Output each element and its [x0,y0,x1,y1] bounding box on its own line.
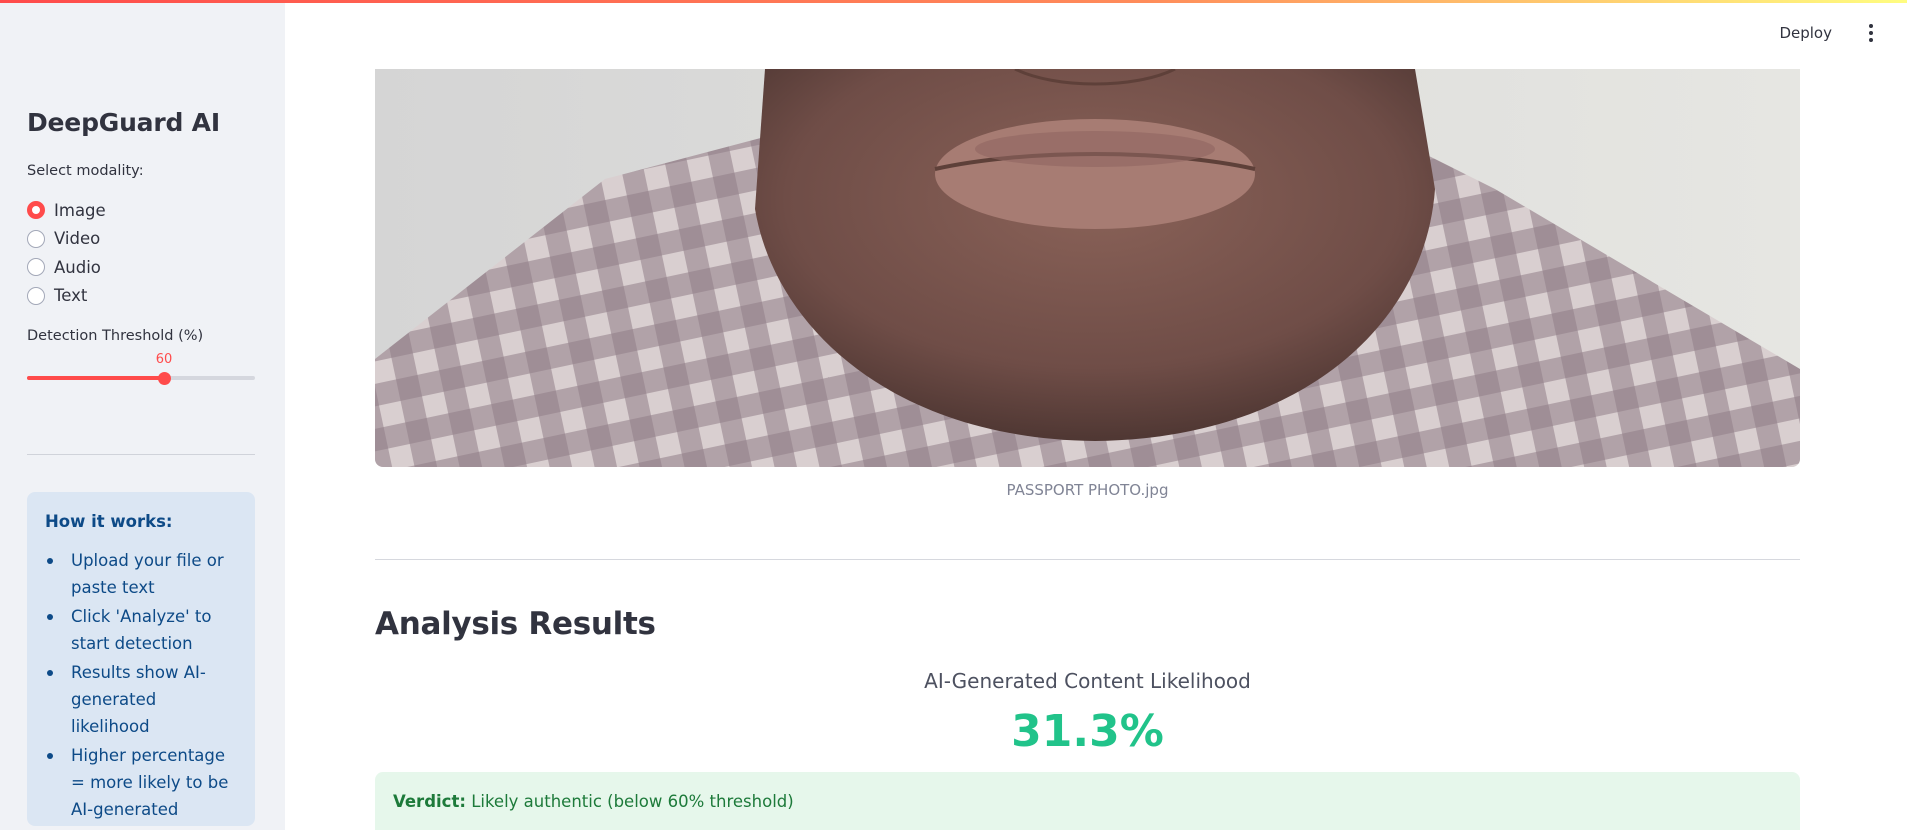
info-title: How it works: [45,512,173,531]
likelihood-label: AI-Generated Content Likelihood [924,669,1251,693]
info-item: Higher percentage = more likely to be AI… [45,742,237,823]
radio-option-label: Audio [54,257,101,277]
uploaded-photo [375,69,1800,467]
how-it-works-box: How it works: Upload your file or paste … [27,492,255,826]
main-divider [375,559,1800,560]
verdict-label: Verdict: [393,792,466,811]
likelihood-value: 31.3% [1011,706,1164,757]
info-item: Click 'Analyze' to start detection [45,603,237,657]
deploy-button[interactable]: Deploy [1779,24,1832,42]
radio-option-label: Image [54,200,106,220]
sidebar-divider [27,454,255,455]
radio-checked-icon[interactable] [27,201,45,220]
info-item: Results show AI-generated likelihood [45,659,237,740]
radio-unchecked-icon[interactable] [27,229,45,248]
slider-thumb[interactable] [158,372,171,385]
kebab-menu-icon[interactable] [1868,24,1874,42]
slider-fill [27,376,164,380]
radio-option-video[interactable]: Video [27,225,106,254]
radio-option-image[interactable]: Image [27,196,106,225]
info-list: Upload your file or paste text Click 'An… [45,547,237,823]
radio-unchecked-icon[interactable] [27,258,45,277]
radio-unchecked-icon[interactable] [27,286,45,305]
radio-option-label: Text [54,286,88,306]
info-item: Upload your file or paste text [45,547,237,601]
main-content: Deploy PASSPORT PHOTO.jpg Analysis Resul… [285,0,1907,830]
top-decoration-bar [0,0,1907,3]
app-title: DeepGuard AI [27,108,220,137]
modality-radio-group: Image Video Audio Text [27,196,106,310]
modality-label: Select modality: [27,163,144,179]
verdict-box: Verdict: Likely authentic (below 60% thr… [375,772,1800,830]
sidebar: DeepGuard AI Select modality: Image Vide… [0,0,285,830]
radio-option-label: Video [54,229,101,249]
radio-option-text[interactable]: Text [27,282,106,311]
threshold-slider[interactable] [27,372,255,385]
threshold-label: Detection Threshold (%) [27,328,204,344]
image-caption: PASSPORT PHOTO.jpg [1006,481,1169,499]
threshold-value: 60 [155,352,173,367]
verdict-text: Likely authentic (below 60% threshold) [471,792,794,811]
results-heading: Analysis Results [375,606,656,642]
radio-option-audio[interactable]: Audio [27,253,106,282]
